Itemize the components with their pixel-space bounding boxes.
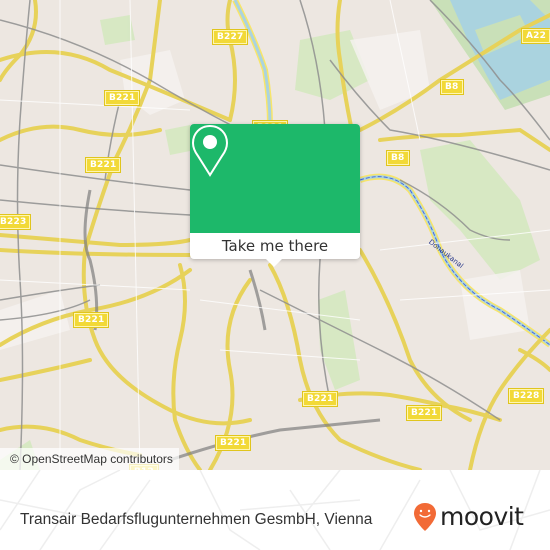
footer: Transair Bedarfsflugunternehmen GesmbH, …	[0, 470, 550, 550]
moovit-logo[interactable]: moovit	[413, 502, 524, 532]
location-pin-icon	[191, 124, 229, 177]
road-label-b221: B221	[84, 157, 122, 173]
road-label-b227: B227	[211, 29, 249, 45]
popup-header	[190, 124, 360, 233]
road-label-b221: B221	[72, 312, 110, 328]
moovit-wordmark: moovit	[440, 502, 524, 531]
road-label-b8: B8	[386, 150, 410, 166]
take-me-there-button[interactable]: Take me there	[190, 233, 360, 259]
road-label-b221: B221	[301, 391, 339, 407]
popup-tail	[266, 259, 282, 267]
road-label-a22: A22	[520, 28, 550, 44]
map-view[interactable]: B227 B221 B221 B221 B221 B221 B221 B221 …	[0, 0, 550, 470]
road-label-b221: B221	[103, 90, 141, 106]
moovit-smiley-pin-icon	[414, 503, 436, 531]
map-attribution[interactable]: © OpenStreetMap contributors	[0, 448, 179, 470]
road-label-b221: B221	[214, 435, 252, 451]
road-label-b223: B223	[0, 214, 32, 230]
road-label-b8: B8	[440, 79, 464, 95]
location-popup: Take me there	[190, 124, 360, 267]
road-label-b221: B221	[405, 405, 443, 421]
place-name: Transair Bedarfsflugunternehmen GesmbH, …	[20, 511, 373, 528]
road-label-b228: B228	[507, 388, 545, 404]
